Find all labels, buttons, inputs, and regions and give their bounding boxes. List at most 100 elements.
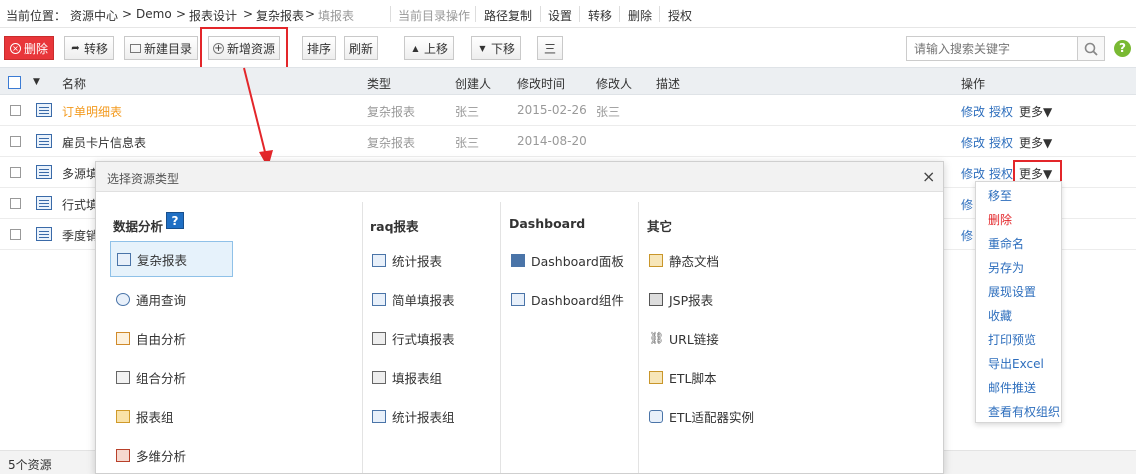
- row-type: 复杂报表: [367, 105, 416, 119]
- row-name[interactable]: 多源填: [62, 165, 98, 182]
- item-label: 静态文档: [669, 253, 720, 269]
- menu-item-save-as[interactable]: 另存为: [988, 259, 1024, 276]
- dir-op-authorize[interactable]: 授权: [668, 7, 692, 24]
- row-edit-link[interactable]: 修改: [961, 165, 985, 182]
- row-authorize-link[interactable]: 授权: [989, 134, 1013, 151]
- item-label: 多维分析: [136, 448, 187, 464]
- resource-type-multidim-analysis[interactable]: 多维分析: [116, 443, 186, 467]
- menu-item-print-preview[interactable]: 打印预览: [988, 331, 1036, 348]
- table-row[interactable]: 订单明细表 复杂报表 张三 2015-02-26 张三 修改 授权 更多▼: [0, 95, 1136, 126]
- stat-group-icon: [372, 409, 386, 423]
- menu-item-display-settings[interactable]: 展现设置: [988, 283, 1036, 300]
- move-up-button[interactable]: ▲ 上移: [404, 36, 454, 60]
- col-desc[interactable]: 描述: [656, 75, 680, 92]
- row-name[interactable]: 季度销: [62, 227, 98, 244]
- row-name[interactable]: 行式填: [62, 196, 98, 213]
- resource-type-etl-script[interactable]: ETL脚本: [649, 365, 717, 389]
- divider: [579, 6, 580, 22]
- transfer-button[interactable]: ➦ 转移: [64, 36, 114, 60]
- row-name[interactable]: 雇员卡片信息表: [62, 134, 146, 151]
- dir-op-settings[interactable]: 设置: [548, 7, 572, 24]
- dir-op-delete[interactable]: 删除: [628, 7, 652, 24]
- row-edit-link[interactable]: 修改: [961, 103, 985, 120]
- menu-item-email-push[interactable]: 邮件推送: [988, 379, 1036, 396]
- resource-type-dialog: 选择资源类型 × 数据分析 ? 复杂报表 通用查询 自由分析 组合分析 报表组 …: [95, 161, 944, 474]
- breadcrumb-item-demo[interactable]: Demo: [136, 7, 172, 21]
- transfer-button-label: 转移: [83, 41, 108, 56]
- resource-type-etl-adapter[interactable]: ETL适配器实例: [649, 404, 754, 428]
- refresh-button-label: 刷新: [348, 41, 373, 56]
- help-icon[interactable]: ?: [166, 212, 184, 229]
- breadcrumb-item-complex-report[interactable]: 复杂报表: [256, 7, 304, 24]
- chevron-down-icon[interactable]: ▼: [33, 77, 40, 87]
- search-button[interactable]: [1078, 36, 1105, 61]
- sort-button[interactable]: 排序: [302, 36, 336, 60]
- menu-item-delete[interactable]: 删除: [988, 211, 1012, 228]
- complex-report-icon: [36, 227, 52, 241]
- table-icon: [372, 253, 386, 267]
- refresh-button[interactable]: 刷新: [344, 36, 378, 60]
- new-directory-label: 新建目录: [143, 41, 192, 56]
- arrow-share-icon: ➦: [71, 42, 80, 54]
- row-checkbox[interactable]: [10, 136, 21, 147]
- resource-type-simple-fill-report[interactable]: 简单填报表: [372, 287, 455, 311]
- dir-op-transfer[interactable]: 转移: [588, 7, 612, 24]
- resource-type-stat-report-group[interactable]: 统计报表组: [372, 404, 455, 428]
- resource-type-dashboard-widget[interactable]: Dashboard组件: [511, 287, 624, 311]
- dir-op-copy-path[interactable]: 路径复制: [484, 7, 532, 24]
- resource-type-free-analysis[interactable]: 自由分析: [116, 326, 186, 350]
- col-modifier[interactable]: 修改人: [596, 75, 632, 92]
- row-name[interactable]: 订单明细表: [62, 103, 122, 120]
- move-down-button[interactable]: ▼ 下移: [471, 36, 521, 60]
- resource-type-stat-report[interactable]: 统计报表: [372, 248, 442, 272]
- col-name[interactable]: 名称: [62, 75, 86, 92]
- row-authorize-link[interactable]: 授权: [989, 103, 1013, 120]
- row-checkbox[interactable]: [10, 167, 21, 178]
- new-directory-button[interactable]: 新建目录: [124, 36, 198, 60]
- row-edit-link[interactable]: 修: [961, 227, 973, 244]
- col-type[interactable]: 类型: [367, 75, 391, 92]
- close-icon[interactable]: ×: [922, 167, 935, 186]
- search-input[interactable]: [906, 36, 1078, 61]
- resource-type-jsp-report[interactable]: JSP报表: [649, 287, 713, 311]
- menu-item-export-excel[interactable]: 导出Excel: [988, 355, 1044, 372]
- resource-type-general-query[interactable]: 通用查询: [116, 287, 186, 311]
- select-all-checkbox[interactable]: [8, 76, 21, 89]
- row-more-button[interactable]: 更多▼: [1019, 103, 1052, 120]
- menu-item-rename[interactable]: 重命名: [988, 235, 1024, 252]
- view-mode-button[interactable]: 三: [537, 36, 563, 60]
- col-mtime[interactable]: 修改时间: [517, 75, 565, 92]
- divider: [659, 6, 660, 22]
- help-icon[interactable]: ?: [1114, 40, 1131, 57]
- resource-type-fill-report-group[interactable]: 填报表组: [372, 365, 442, 389]
- row-edit-link[interactable]: 修: [961, 196, 973, 213]
- resource-type-report-group[interactable]: 报表组: [116, 404, 174, 428]
- menu-item-favorite[interactable]: 收藏: [988, 307, 1012, 324]
- row-checkbox[interactable]: [10, 198, 21, 209]
- resource-type-row-fill-report[interactable]: 行式填报表: [372, 326, 455, 350]
- toolbar: × 删除 ➦ 转移 新建目录 + 新增资源 排序 刷新 ▲ 上移 ▼ 下移 三 …: [0, 27, 1136, 69]
- resource-type-combined-analysis[interactable]: 组合分析: [116, 365, 186, 389]
- breadcrumb-current: 填报表: [318, 9, 355, 23]
- row-checkbox[interactable]: [10, 105, 21, 116]
- report-group-icon: [116, 409, 130, 423]
- breadcrumb-item-report-design[interactable]: 报表设计: [189, 7, 237, 24]
- new-resource-highlight: [200, 27, 288, 69]
- row-authorize-link[interactable]: 授权: [989, 165, 1013, 182]
- resource-type-dashboard-panel[interactable]: Dashboard面板: [511, 248, 624, 272]
- row-checkbox[interactable]: [10, 229, 21, 240]
- row-edit-link[interactable]: 修改: [961, 134, 985, 151]
- col-creator[interactable]: 创建人: [455, 75, 491, 92]
- menu-item-move-to[interactable]: 移至: [988, 187, 1012, 204]
- resource-type-complex-report[interactable]: 复杂报表: [110, 241, 233, 277]
- breadcrumb-item-resource-center[interactable]: 资源中心: [70, 7, 118, 24]
- dialog-header: 选择资源类型 ×: [96, 162, 943, 192]
- table-row[interactable]: 雇员卡片信息表 复杂报表 张三 2014-08-20 修改 授权 更多▼: [0, 126, 1136, 157]
- row-form-icon: [372, 331, 386, 345]
- divider: [390, 6, 391, 22]
- resource-type-static-doc[interactable]: 静态文档: [649, 248, 719, 272]
- menu-item-view-authorized-orgs[interactable]: 查看有权组织: [988, 403, 1060, 420]
- delete-button[interactable]: × 删除: [4, 36, 54, 60]
- resource-type-url-link[interactable]: ⛓ URL链接: [649, 326, 719, 350]
- row-more-button[interactable]: 更多▼: [1019, 134, 1052, 151]
